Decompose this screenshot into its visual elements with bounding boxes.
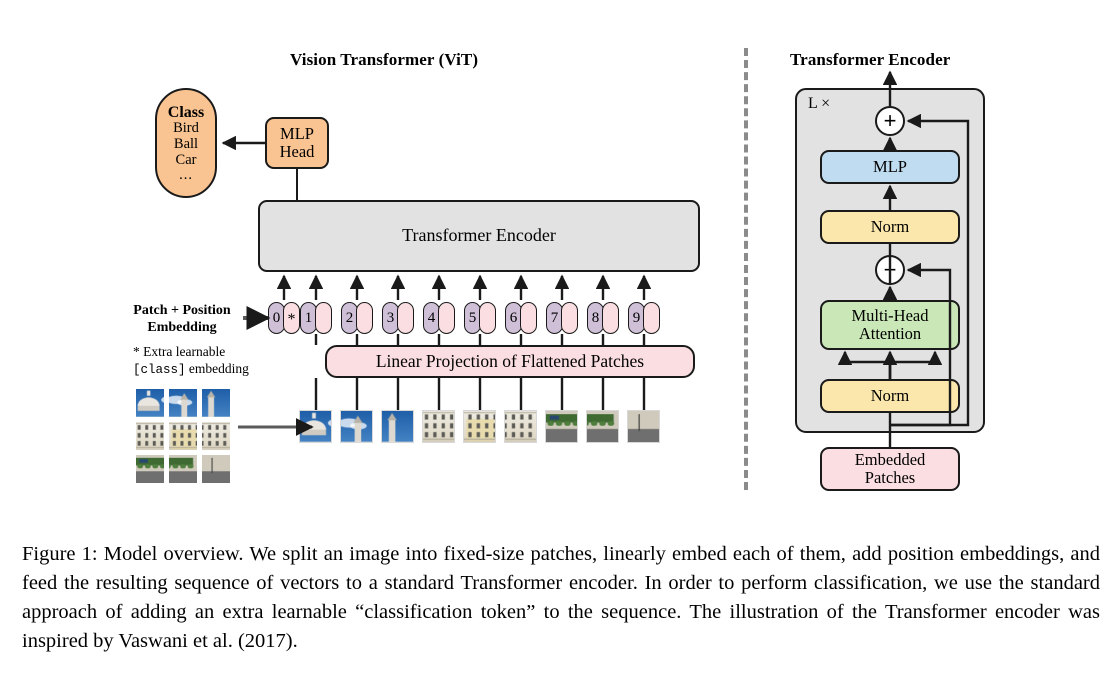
class-token-mono: [class] xyxy=(133,362,186,377)
source-patch-4 xyxy=(135,421,165,451)
vit-transformer-encoder-box: Transformer Encoder xyxy=(258,200,700,272)
encoder-repeat-label: L × xyxy=(808,95,831,112)
encoder-multi-head-attention-box: Multi-Head Attention xyxy=(820,300,960,350)
mlp-head-line1: MLP xyxy=(280,124,314,144)
source-patch-6 xyxy=(201,421,231,451)
encoder-norm-top-box: Norm xyxy=(820,210,960,244)
encoder-mha-line2: Attention xyxy=(858,324,922,343)
class-item-ball: Ball xyxy=(173,135,199,152)
flattened-patch-2 xyxy=(340,410,373,443)
source-patch-3 xyxy=(201,388,231,418)
linear-projection-box: Linear Projection of Flattened Patches xyxy=(325,345,695,378)
vit-panel-title: Vision Transformer (ViT) xyxy=(290,50,479,69)
mlp-head-box: MLP Head xyxy=(265,117,329,169)
class-item-ellipsis: ... xyxy=(179,167,193,184)
extra-learnable-note: * Extra learnable [class] embedding xyxy=(133,344,263,379)
flattened-patch-7 xyxy=(545,410,578,443)
flattened-patch-8 xyxy=(586,410,619,443)
encoder-embedded-line2: Patches xyxy=(864,468,916,487)
encoder-mlp-box: MLP xyxy=(820,150,960,184)
patch-embedding-pill-2 xyxy=(356,302,373,334)
vit-transformer-encoder-label: Transformer Encoder xyxy=(402,225,556,246)
class-box-title: Class xyxy=(167,104,205,122)
embedding-token-9: 9 xyxy=(628,302,660,334)
patch-embedding-pill-3 xyxy=(397,302,414,334)
flattened-patch-5 xyxy=(463,410,496,443)
embedding-token-1: 1 xyxy=(300,302,332,334)
encoder-norm-bottom-label: Norm xyxy=(870,386,910,406)
class-item-car: Car xyxy=(175,151,197,168)
patch-embedding-pill-5 xyxy=(479,302,496,334)
ppe-label-line2: Embedding xyxy=(147,319,217,335)
flattened-patch-1 xyxy=(299,410,332,443)
panel-divider xyxy=(744,48,748,490)
embedding-token-2: 2 xyxy=(341,302,373,334)
encoder-panel-title: Transformer Encoder xyxy=(790,50,951,69)
extra-learnable-note-line2: [class] embedding xyxy=(133,361,263,379)
patch-embedding-pill-1 xyxy=(315,302,332,334)
patch-embedding-pill-0: * xyxy=(283,302,300,334)
class-token-suffix: embedding xyxy=(185,360,249,376)
linear-projection-label: Linear Projection of Flattened Patches xyxy=(375,351,645,372)
encoder-embedded-patches-box: Embedded Patches xyxy=(820,447,960,491)
ppe-label-line1: Patch + Position xyxy=(133,303,231,318)
encoder-mha-line1: Multi-Head xyxy=(851,306,929,326)
source-patch-9 xyxy=(201,454,231,484)
mlp-head-line2: Head xyxy=(279,142,315,161)
encoder-embedded-line1: Embedded xyxy=(854,450,926,470)
class-output-box: Class Bird Ball Car ... xyxy=(155,88,217,198)
encoder-mlp-label: MLP xyxy=(873,157,907,177)
encoder-norm-top-label: Norm xyxy=(870,217,910,237)
residual-add-top: + xyxy=(875,106,905,136)
flattened-patch-3 xyxy=(381,410,414,443)
encoder-norm-bottom-box: Norm xyxy=(820,379,960,413)
source-patch-1 xyxy=(135,388,165,418)
residual-add-bottom-symbol: + xyxy=(883,257,897,282)
flattened-patch-4 xyxy=(422,410,455,443)
source-patch-2 xyxy=(168,388,198,418)
embedding-token-5: 5 xyxy=(464,302,496,334)
patch-embedding-pill-6 xyxy=(520,302,537,334)
embedding-token-3: 3 xyxy=(382,302,414,334)
residual-add-bottom: + xyxy=(875,255,905,285)
flattened-patch-6 xyxy=(504,410,537,443)
mlp-head-to-encoder-line xyxy=(296,169,299,203)
figure-caption: Figure 1: Model overview. We split an im… xyxy=(22,543,1100,653)
source-patch-8 xyxy=(168,454,198,484)
extra-learnable-note-line1: * Extra learnable xyxy=(133,344,226,359)
patch-position-embedding-label: Patch + Position Embedding xyxy=(126,303,238,336)
patch-embedding-pill-8 xyxy=(602,302,619,334)
class-token-asterisk-icon: * xyxy=(287,311,296,329)
flattened-patch-9 xyxy=(627,410,660,443)
patch-embedding-pill-4 xyxy=(438,302,455,334)
embedding-token-0: 0 * xyxy=(268,302,300,334)
patch-embedding-pill-9 xyxy=(643,302,660,334)
embedding-token-7: 7 xyxy=(546,302,578,334)
embedding-token-8: 8 xyxy=(587,302,619,334)
patch-embedding-pill-7 xyxy=(561,302,578,334)
embedding-token-4: 4 xyxy=(423,302,455,334)
class-item-bird: Bird xyxy=(173,120,199,137)
residual-add-top-symbol: + xyxy=(883,108,897,133)
embedding-token-6: 6 xyxy=(505,302,537,334)
source-patch-5 xyxy=(168,421,198,451)
source-patch-7 xyxy=(135,454,165,484)
